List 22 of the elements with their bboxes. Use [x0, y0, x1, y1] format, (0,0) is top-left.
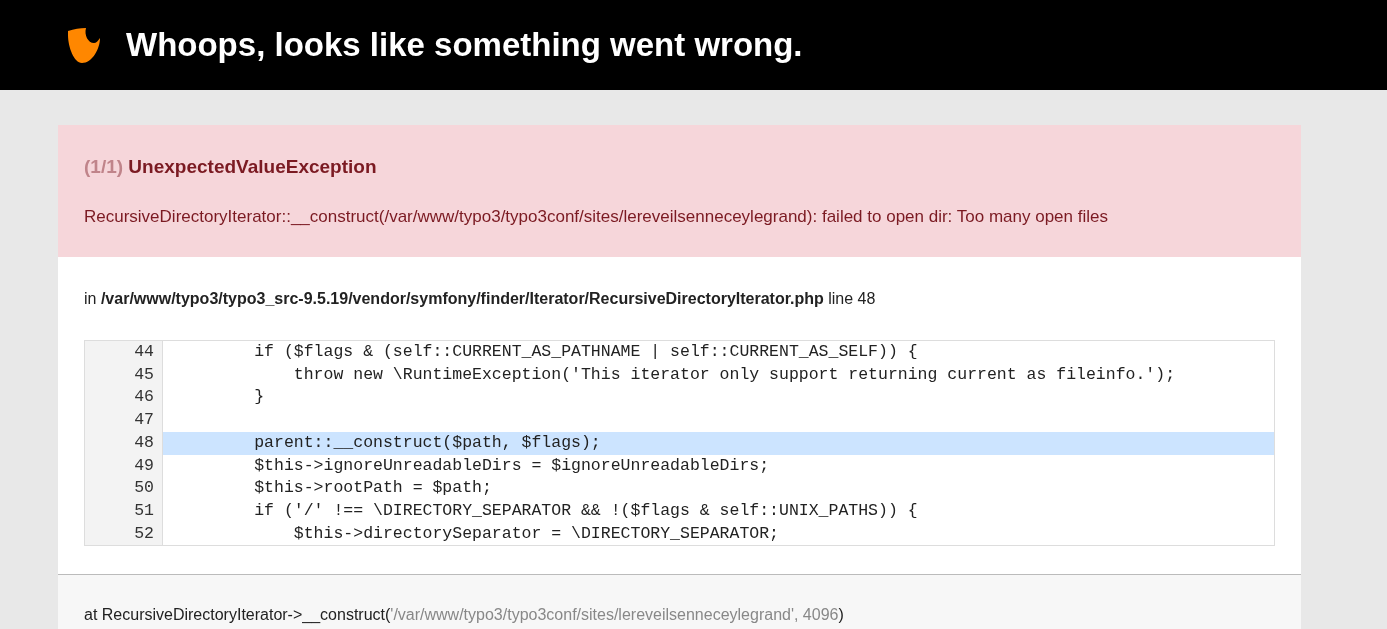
- stack-trace-line: at RecursiveDirectoryIterator->__construct('/var/www/typo3/typo3conf/sites/lereveilsenneceylegrand', 4096): [84, 605, 845, 626]
- line-number: 47: [85, 409, 163, 432]
- code-text: parent::__construct($path, $flags);: [163, 431, 1274, 455]
- line-number: 52: [85, 522, 163, 546]
- line-number: 48: [85, 431, 163, 455]
- code-text: throw new \RuntimeException('This iterator only support returning current as fileinfo.');: [292, 363, 1177, 386]
- code-text: if ('/' !== \DIRECTORY_SEPARATOR && !($flags & self::UNIX_PATHS)) {: [253, 499, 919, 522]
- line-number: 49: [85, 454, 163, 478]
- code-text: $this->directorySeparator = \DIRECTORY_SEPARATOR;: [292, 522, 780, 545]
- file-location: in /var/www/typo3/typo3_src-9.5.19/vendor/symfony/finder/Iterator/RecursiveDirectoryIterator.php line 48: [84, 289, 877, 309]
- code-text: $this->ignoreUnreadableDirs = $ignoreUnreadableDirs;: [253, 454, 771, 477]
- line-number: 45: [85, 363, 163, 387]
- code-text: $this->rootPath = $path;: [253, 477, 493, 500]
- line-number: 50: [85, 477, 163, 500]
- page-title: Whoops, looks like something went wrong.: [126, 25, 803, 66]
- code-text: if ($flags & (self::CURRENT_AS_PATHNAME | self::CURRENT_AS_SELF)) {: [253, 341, 919, 363]
- line-number: 51: [85, 499, 163, 523]
- line-number: 44: [85, 341, 163, 364]
- exception-message: RecursiveDirectoryIterator::__construct(/var/www/typo3/typo3conf/sites/lereveilsenneceylegrand): failed to open dir: Too many open files: [84, 205, 1109, 228]
- exception-title: (1/1) UnexpectedValueException: [84, 155, 378, 179]
- code-text: }: [253, 386, 266, 409]
- line-number: 46: [85, 386, 163, 410]
